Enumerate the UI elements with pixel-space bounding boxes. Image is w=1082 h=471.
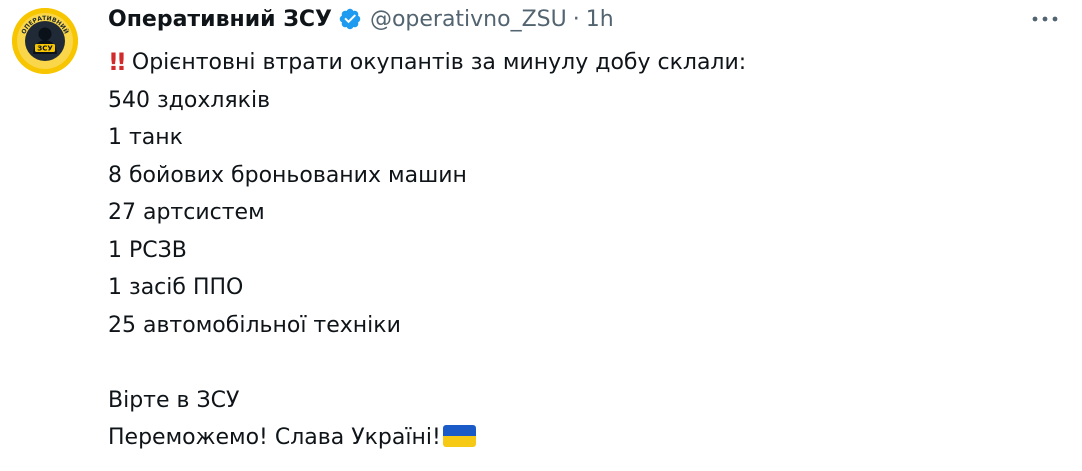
zsu-operative-logo-icon: ЗСУ ОПЕРАТИВНИЙ	[12, 8, 78, 74]
display-name[interactable]: Оперативний ЗСУ	[108, 7, 332, 32]
svg-text:ЗСУ: ЗСУ	[37, 45, 53, 53]
more-options-icon[interactable]	[1030, 6, 1060, 32]
headline-text: Орієнтовні втрати окупантів за минулу до…	[131, 50, 747, 75]
loss-item: 1 засіб ППО	[108, 275, 244, 300]
loss-item: 25 автомобільної техніки	[108, 312, 401, 338]
author-handle[interactable]: @operativno_ZSU	[370, 7, 567, 32]
loss-item: 8 бойових броньованих машин	[108, 162, 467, 188]
tweet-header: Оперативний ЗСУ @operativno_ZSU · 1h	[108, 4, 614, 34]
post-time[interactable]: 1h	[586, 7, 614, 32]
closing-line-1: Вірте в ЗСУ	[108, 387, 240, 413]
verified-badge-icon[interactable]	[338, 7, 362, 31]
loss-item: 540 здохляків	[108, 87, 271, 113]
tweet[interactable]: ЗСУ ОПЕРАТИВНИЙ Оперативний ЗСУ @operati…	[0, 0, 1082, 471]
avatar[interactable]: ЗСУ ОПЕРАТИВНИЙ	[12, 8, 78, 74]
tweet-text: !! Орієнтовні втрати окупантів за минулу …	[108, 44, 746, 457]
headline-line: !! Орієнтовні втрати окупантів за минулу …	[108, 44, 746, 82]
closing-line-2: Переможемо! Слава Україні!	[108, 419, 746, 457]
closing-text: Переможемо! Слава Україні!	[108, 425, 441, 450]
loss-item: 1 танк	[108, 125, 183, 150]
loss-item: 27 артсистем	[108, 200, 265, 225]
loss-item: 1 РСЗВ	[108, 237, 187, 263]
header-separator: ·	[572, 6, 580, 32]
ukraine-flag-icon	[442, 425, 476, 447]
double-exclamation-icon: !!	[108, 48, 127, 76]
